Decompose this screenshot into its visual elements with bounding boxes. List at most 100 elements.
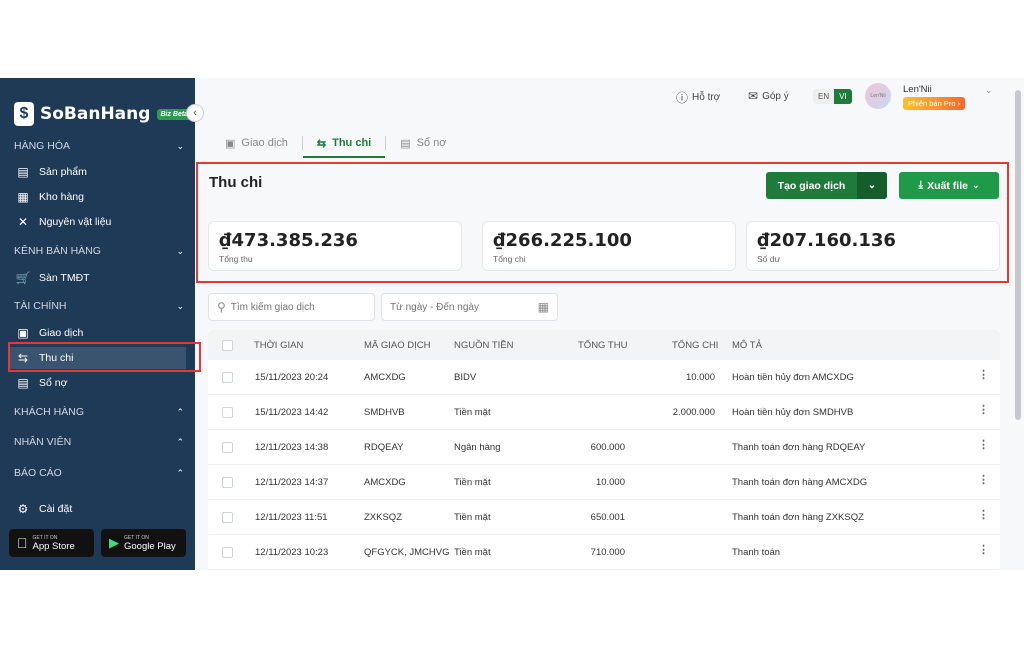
cell-time: 12/11/2023 10:23 — [255, 547, 329, 558]
row-checkbox[interactable] — [222, 547, 233, 558]
logo-icon: $ — [14, 102, 34, 126]
cell-time: 12/11/2023 14:37 — [255, 477, 329, 488]
sidebar-item-cai-dat[interactable]: ⚙ Cài đặt — [14, 498, 186, 520]
section-label: TÀI CHÍNH — [14, 300, 67, 312]
apple-icon:  — [17, 535, 28, 551]
table-row[interactable]: 12/11/2023 10:23 QFGYCK, JMCHVG Tiền mặt 71… — [208, 535, 1000, 570]
cell-expense: 2.000.000 — [672, 407, 715, 418]
transactions-table: THỜI GIAN MÃ GIAO DỊCH NGUỒN TIỀN TỔNG T… — [208, 330, 1000, 570]
logo[interactable]: $ SoBanHang Biz Beta — [14, 102, 192, 126]
select-all-checkbox[interactable] — [222, 340, 233, 351]
top-bar: ⓘ Hỗ trợ ✉ Góp ý EN VI Len'Nii Len'Nii P… — [195, 78, 1024, 118]
header-source[interactable]: NGUỒN TIỀN — [454, 340, 513, 351]
cell-code: AMCXDG — [364, 477, 406, 488]
sidebar-item-san-tmdt[interactable]: 🛒 Sàn TMĐT — [14, 267, 186, 289]
brand-name: SoBanHang — [40, 104, 151, 124]
section-kenh-ban-hang[interactable]: KÊNH BÁN HÀNG ⌄ — [14, 245, 184, 257]
more-options-icon[interactable]: ⋮ — [978, 510, 989, 521]
pro-version-badge[interactable]: Phiên bản Pro › — [903, 97, 966, 110]
header-time[interactable]: THỜI GIAN — [254, 340, 303, 351]
sidebar-item-giao-dich[interactable]: ▣ Giao dịch — [14, 322, 186, 344]
section-label: KÊNH BÁN HÀNG — [14, 245, 101, 257]
tab-so-no[interactable]: ▤ Sổ nợ — [386, 128, 460, 158]
lang-vi-button[interactable]: VI — [834, 89, 852, 104]
cell-description: Thanh toán — [732, 547, 781, 558]
scrollbar[interactable] — [1015, 90, 1021, 420]
date-range-picker[interactable]: ▦ — [381, 293, 558, 321]
header-income[interactable]: TỔNG THU — [578, 340, 627, 351]
help-label: Hỗ trợ — [692, 92, 721, 103]
section-hang-hoa[interactable]: HÀNG HÓA ⌄ — [14, 140, 184, 152]
row-checkbox[interactable] — [222, 442, 233, 453]
sidebar-item-nguyen-vat-lieu[interactable]: ✕ Nguyên vật liệu — [14, 211, 186, 233]
chevron-left-icon: ‹ — [193, 107, 197, 119]
table-row[interactable]: 15/11/2023 20:24 AMCXDG BIDV 10.000 Hoàn tiề… — [208, 360, 1000, 395]
feedback-button[interactable]: ✉ Góp ý — [748, 89, 789, 103]
help-button[interactable]: ⓘ Hỗ trợ — [676, 89, 720, 106]
mail-icon: ✉ — [748, 89, 759, 103]
cell-code: SMDHVB — [364, 407, 405, 418]
header-description[interactable]: MÔ TẢ — [732, 340, 762, 351]
cell-source: BIDV — [454, 372, 477, 383]
sidebar-item-kho-hang[interactable]: ▦ Kho hàng — [14, 186, 186, 208]
app-store-button[interactable]:  GET IT ON App Store — [9, 529, 94, 557]
row-checkbox[interactable] — [222, 407, 233, 418]
more-options-icon[interactable]: ⋮ — [978, 475, 989, 486]
feedback-label: Góp ý — [762, 90, 789, 102]
cell-source: Tiền mặt — [454, 547, 491, 558]
more-options-icon[interactable]: ⋮ — [978, 370, 989, 381]
chevron-up-icon: ⌃ — [176, 467, 184, 478]
cell-source: Tiền mặt — [454, 512, 491, 523]
row-checkbox[interactable] — [222, 512, 233, 523]
collapse-sidebar-button[interactable]: ‹ — [186, 104, 204, 122]
row-checkbox[interactable] — [222, 372, 233, 383]
cell-income: 650.001 — [590, 512, 625, 523]
more-options-icon[interactable]: ⋮ — [978, 545, 989, 556]
cell-time: 15/11/2023 20:24 — [255, 372, 329, 383]
cell-time: 12/11/2023 14:38 — [255, 442, 329, 453]
sidebar-item-label: Kho hàng — [39, 191, 84, 203]
table-row[interactable]: 12/11/2023 14:38 RDQEAY Ngân hàng 600.000 Th… — [208, 430, 1000, 465]
cell-description: Hoàn tiền hủy đơn SMDHVB — [732, 407, 854, 418]
chevron-down-icon[interactable]: ⌄ — [985, 85, 993, 96]
more-options-icon[interactable]: ⋮ — [978, 405, 989, 416]
table-row[interactable]: 15/11/2023 14:42 SMDHVB Tiền mặt 2.000.000 H… — [208, 395, 1000, 430]
tab-thu-chi[interactable]: ⇆ Thu chi — [302, 128, 386, 158]
chevron-down-icon: ⌄ — [176, 245, 184, 256]
user-name[interactable]: Len'Nii — [903, 84, 932, 95]
cell-code: AMCXDG — [364, 372, 406, 383]
sidebar-item-label: Cài đặt — [39, 503, 73, 515]
table-row[interactable]: 12/11/2023 11:51 ZXKSQZ Tiền mặt 650.001 Tha… — [208, 500, 1000, 535]
calendar-icon[interactable]: ▦ — [538, 300, 549, 314]
cart-icon: 🛒 — [15, 271, 31, 285]
gear-icon: ⚙ — [17, 502, 29, 516]
tab-giao-dich[interactable]: ▣ Giao dịch — [223, 128, 302, 158]
google-play-label: Google Play — [124, 540, 176, 552]
highlight-box-sidebar — [8, 342, 201, 372]
tab-label: Thu chi — [332, 137, 372, 149]
cell-source: Ngân hàng — [454, 442, 501, 453]
google-play-button[interactable]: ▶ GET IT ON Google Play — [101, 529, 186, 557]
more-options-icon[interactable]: ⋮ — [978, 440, 989, 451]
section-khach-hang[interactable]: KHÁCH HÀNG ⌃ — [14, 406, 184, 418]
header-code[interactable]: MÃ GIAO DỊCH — [364, 340, 431, 351]
section-label: KHÁCH HÀNG — [14, 406, 85, 418]
avatar[interactable]: Len'Nii — [865, 83, 891, 109]
lang-en-button[interactable]: EN — [813, 89, 835, 104]
section-bao-cao[interactable]: BÁO CÁO ⌃ — [14, 467, 184, 479]
tools-icon: ✕ — [17, 215, 29, 229]
highlight-box-summary — [196, 162, 1009, 283]
header-expense[interactable]: TỔNG CHI — [672, 340, 718, 351]
date-range-input[interactable] — [390, 301, 538, 313]
table-row[interactable]: 12/11/2023 14:37 AMCXDG Tiền mặt 10.000 Than… — [208, 465, 1000, 500]
search-box[interactable]: ⚲ — [208, 293, 375, 321]
cell-income: 710.000 — [590, 547, 625, 558]
sidebar-item-so-no[interactable]: ▤ Sổ nợ — [14, 372, 186, 394]
section-tai-chinh[interactable]: TÀI CHÍNH ⌄ — [14, 300, 184, 312]
section-nhan-vien[interactable]: NHÂN VIÊN ⌃ — [14, 436, 184, 448]
search-input[interactable] — [230, 301, 366, 313]
row-checkbox[interactable] — [222, 477, 233, 488]
sidebar-item-san-pham[interactable]: ▤ Sản phẩm — [14, 161, 186, 183]
play-icon: ▶ — [109, 535, 119, 550]
sidebar-item-label: Nguyên vật liệu — [39, 216, 112, 228]
